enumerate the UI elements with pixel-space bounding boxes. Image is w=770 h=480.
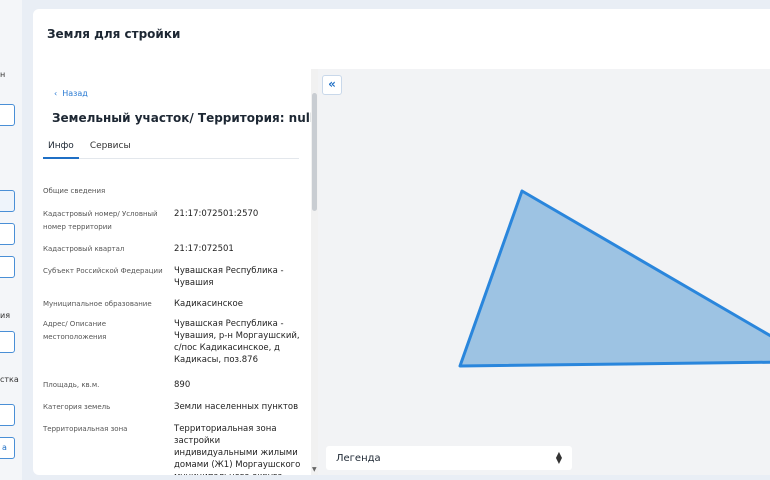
collapse-panel-button[interactable]: « — [322, 75, 342, 95]
tab-bar: Инфо Сервисы — [43, 139, 299, 159]
parcel-polygon[interactable] — [458, 189, 770, 368]
field-label: Площадь, кв.м. — [43, 381, 100, 389]
field-value: Земли населенных пунктов — [174, 402, 299, 412]
panel-scrollbar[interactable]: ▼ — [311, 69, 318, 475]
tab-services[interactable]: Сервисы — [85, 139, 136, 159]
sort-arrows-icon: ▲ ▼ — [555, 450, 562, 465]
sidebar-field[interactable] — [0, 404, 15, 426]
field-label: Адрес/ Описание местоположения — [43, 320, 107, 341]
map-view[interactable]: « Легенда ▲ ▼ — [318, 69, 770, 475]
sidebar-button-label: а — [2, 443, 7, 452]
left-sidebar: н ия стка а — [0, 0, 22, 480]
main-card: Земля для стройки ‹ Назад Земельный учас… — [33, 9, 770, 475]
field-value: Кадикасинское — [174, 299, 243, 309]
field-value: Чувашская Республика - Чувашия — [174, 266, 284, 288]
sidebar-label: н — [0, 70, 6, 79]
field-label: Кадастровый номер/ Условный номер террит… — [43, 210, 158, 231]
sidebar-button[interactable]: а — [0, 437, 15, 459]
sidebar-field[interactable] — [0, 190, 15, 212]
sidebar-field[interactable] — [0, 256, 15, 278]
info-panel: ‹ Назад Земельный участок/ Территория: n… — [33, 69, 311, 475]
sidebar-field[interactable] — [0, 104, 15, 126]
field-label: Кадастровый квартал — [43, 245, 125, 253]
tab-info[interactable]: Инфо — [43, 139, 79, 159]
field-value: 21:17:072501:2570 — [174, 209, 259, 219]
field-value: 21:17:072501 — [174, 244, 234, 254]
field-label: Субъект Российской Федерации — [43, 267, 163, 275]
field-label: Категория земель — [43, 403, 111, 411]
back-link[interactable]: ‹ Назад — [54, 89, 88, 98]
scroll-down-icon[interactable]: ▼ — [312, 466, 317, 473]
back-link-label: Назад — [62, 89, 88, 98]
field-value: Территориальная зона застройки индивидуа… — [174, 424, 301, 475]
section-title: Общие сведения — [43, 187, 106, 195]
map-canvas — [458, 189, 770, 368]
sidebar-label: стка — [0, 375, 19, 384]
field-label: Муниципальное образование — [43, 300, 152, 308]
panel-heading: Земельный участок/ Территория: null — [52, 111, 311, 125]
sidebar-field[interactable] — [0, 331, 15, 353]
scrollbar-thumb[interactable] — [312, 93, 317, 211]
legend-label: Легенда — [336, 452, 381, 464]
page-title: Земля для стройки — [47, 27, 181, 41]
sidebar-label: ия — [0, 311, 11, 320]
field-value: Чувашская Республика - Чувашия, р-н Морг… — [174, 319, 300, 365]
legend-select[interactable]: Легенда ▲ ▼ — [326, 446, 572, 470]
chevron-left-icon: ‹ — [54, 89, 58, 98]
field-value: 890 — [174, 380, 191, 390]
sidebar-field[interactable] — [0, 223, 15, 245]
field-label: Территориальная зона — [43, 425, 128, 433]
